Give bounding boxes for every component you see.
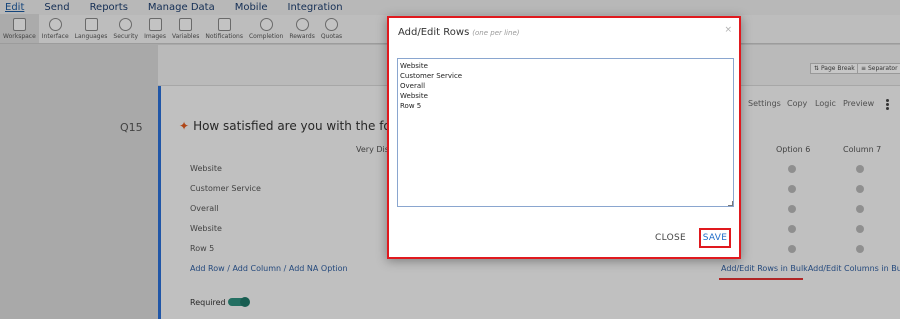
close-icon[interactable]: ×: [724, 25, 732, 35]
rows-textarea[interactable]: [397, 58, 734, 207]
dialog-subtitle: (one per line): [472, 29, 520, 37]
save-button[interactable]: SAVE: [699, 228, 731, 248]
dialog-title: Add/Edit Rows: [398, 27, 470, 38]
add-edit-rows-dialog: Add/Edit Rows(one per line) × CLOSE SAVE: [387, 16, 741, 259]
resize-handle-icon[interactable]: [728, 201, 733, 206]
dialog-title-wrap: Add/Edit Rows (one per line): [398, 27, 519, 38]
close-button[interactable]: CLOSE: [655, 233, 686, 243]
